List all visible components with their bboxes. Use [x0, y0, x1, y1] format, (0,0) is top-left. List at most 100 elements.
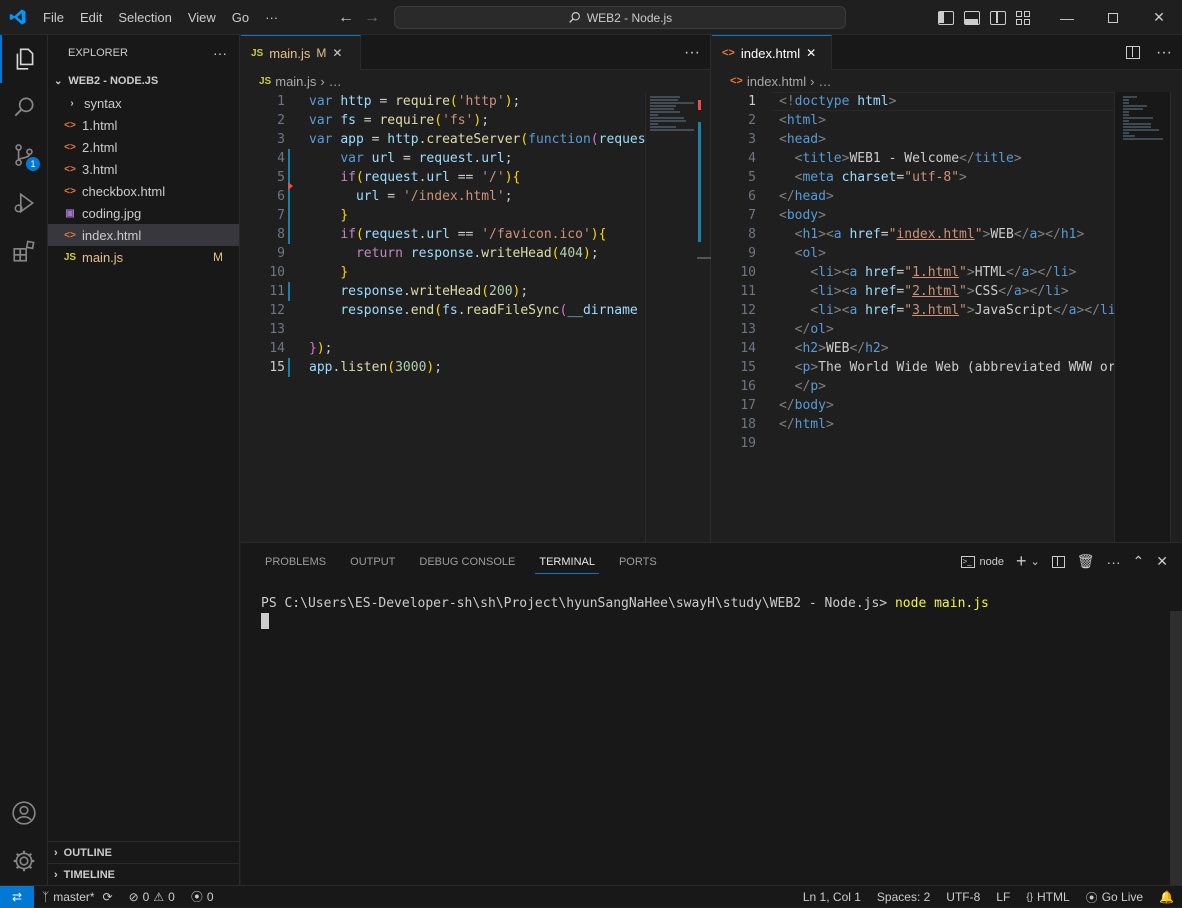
accounts-icon[interactable] [0, 789, 48, 837]
trash-icon[interactable]: 🗑 [1077, 553, 1095, 570]
branch-status[interactable]: ᛉ master* ⟳ [34, 890, 121, 904]
outline-section[interactable]: › OUTLINE [48, 841, 240, 863]
minimap[interactable] [645, 92, 697, 542]
chevron-down-icon[interactable]: ⌄ [1031, 555, 1040, 568]
end-of-line[interactable]: LF [988, 890, 1018, 904]
code-line[interactable]: 1 <!doctype html> [712, 92, 1114, 111]
more-icon[interactable]: ··· [1107, 554, 1121, 570]
cursor-position[interactable]: Ln 1, Col 1 [795, 890, 869, 904]
code-line[interactable]: 15 app.listen(3000); [241, 358, 645, 377]
close-tab-icon[interactable]: ✕ [806, 46, 816, 60]
problems-status[interactable]: ⊘ 0 ⚠ 0 [121, 890, 183, 904]
source-control-icon[interactable]: 1 [0, 131, 48, 179]
code-editor-main-js[interactable]: 1 var http = require('http'); 2 var fs = re… [241, 92, 645, 542]
indentation[interactable]: Spaces: 2 [869, 890, 938, 904]
timeline-section[interactable]: › TIMELINE [48, 863, 240, 885]
code-line[interactable]: 6 </head> [712, 187, 1114, 206]
code-line[interactable]: 16 </p> [712, 377, 1114, 396]
file-tree-item[interactable]: <> checkbox.html [48, 180, 239, 202]
code-line[interactable]: 14}); [241, 339, 645, 358]
code-line[interactable]: 9 return response.writeHead(404); [241, 244, 645, 263]
back-arrow-icon[interactable]: ← [338, 9, 354, 27]
code-line[interactable]: 7 <body> [712, 206, 1114, 225]
ports-status[interactable]: ⦿ 0 [183, 888, 222, 905]
code-line[interactable]: 10 } [241, 263, 645, 282]
encoding[interactable]: UTF-8 [938, 890, 988, 904]
file-tree-item[interactable]: <> 2.html [48, 136, 239, 158]
code-line[interactable]: 7 } [241, 206, 645, 225]
forward-arrow-icon[interactable]: → [364, 9, 380, 27]
go-live-button[interactable]: ⦿ Go Live [1078, 889, 1151, 906]
close-panel-icon[interactable]: ✕ [1156, 553, 1168, 570]
code-line[interactable]: 14 <h2>WEB</h2> [712, 339, 1114, 358]
breadcrumb-file[interactable]: main.js [275, 74, 316, 89]
file-tree-item[interactable]: ▣ coding.jpg [48, 202, 239, 224]
remote-icon[interactable]: ⇄ [0, 885, 34, 908]
code-line[interactable]: 8 if(request.url == '/favicon.ico'){ [241, 225, 645, 244]
toggle-secondary-sidebar-icon[interactable] [990, 10, 1006, 25]
settings-gear-icon[interactable] [0, 837, 48, 885]
tab-terminal[interactable]: TERMINAL [527, 543, 607, 580]
code-line[interactable]: 18 </html> [712, 415, 1114, 434]
tab-debug-console[interactable]: DEBUG CONSOLE [407, 543, 527, 580]
close-window-icon[interactable]: ✕ [1136, 0, 1182, 35]
code-line[interactable]: 5 if(request.url == '/'){ [241, 168, 645, 187]
toggle-panel-icon[interactable] [964, 10, 980, 25]
split-editor-icon[interactable] [1126, 46, 1141, 59]
menu-file[interactable]: File [35, 0, 72, 35]
minimap[interactable] [1114, 92, 1170, 542]
code-line[interactable]: 4 <title>WEB1 - Welcome</title> [712, 149, 1114, 168]
tab-problems[interactable]: PROBLEMS [253, 543, 338, 580]
tab-main-js[interactable]: JS main.js M ✕ [241, 35, 361, 70]
menu-edit[interactable]: Edit [72, 0, 110, 35]
split-terminal-icon[interactable] [1051, 555, 1065, 568]
command-center[interactable]: WEB2 - Node.js [394, 6, 846, 29]
run-debug-icon[interactable] [0, 179, 48, 227]
code-line[interactable]: 9 <ol> [712, 244, 1114, 263]
menu-view[interactable]: View [180, 0, 224, 35]
breadcrumb-more[interactable]: … [818, 74, 831, 89]
search-sidebar-icon[interactable] [0, 83, 48, 131]
new-terminal-icon[interactable]: + [1016, 551, 1027, 572]
file-tree-item[interactable]: JS main.js M [48, 246, 239, 268]
code-line[interactable]: 19 [712, 434, 1114, 453]
maximize-icon[interactable] [1090, 0, 1136, 35]
code-line[interactable]: 17 </body> [712, 396, 1114, 415]
file-tree-item[interactable]: <> index.html [48, 224, 239, 246]
workspace-root[interactable]: ⌄ WEB2 - NODE.JS [48, 70, 239, 92]
code-line[interactable]: 11 <li><a href="2.html">CSS</a></li> [712, 282, 1114, 301]
code-line[interactable]: 13 [241, 320, 645, 339]
code-editor-index-html[interactable]: 1 <!doctype html> 2 <html> 3 <head> 4 <title>W… [712, 92, 1114, 542]
code-line[interactable]: 3 <head> [712, 130, 1114, 149]
terminal-selector[interactable]: >_ node [960, 555, 1004, 568]
editor-more-icon[interactable]: ··· [684, 44, 700, 62]
sync-icon[interactable]: ⟳ [103, 890, 113, 904]
code-line[interactable]: 4 var url = request.url; [241, 149, 645, 168]
code-line[interactable]: 12 response.end(fs.readFileSync(__dirnam… [241, 301, 645, 320]
code-line[interactable]: 10 <li><a href="1.html">HTML</a></li> [712, 263, 1114, 282]
code-line[interactable]: 1 var http = require('http'); [241, 92, 645, 111]
menu-go[interactable]: Go [224, 0, 257, 35]
code-line[interactable]: 2 <html> [712, 111, 1114, 130]
close-tab-icon[interactable]: ✕ [332, 46, 342, 60]
breadcrumb-more[interactable]: … [329, 74, 342, 89]
file-tree-item[interactable]: <> 3.html [48, 158, 239, 180]
tab-index-html[interactable]: <> index.html ✕ [712, 35, 832, 70]
editor-more-icon[interactable]: ··· [1156, 44, 1172, 62]
code-line[interactable]: 12 <li><a href="3.html">JavaScript</a></… [712, 301, 1114, 320]
terminal-scrollbar[interactable] [1170, 611, 1182, 886]
code-line[interactable]: 6 url = '/index.html'; [241, 187, 645, 206]
explorer-more-icon[interactable]: ··· [213, 45, 227, 61]
terminal-output[interactable]: PS C:\Users\ES-Developer-sh\sh\Project\h… [261, 595, 989, 613]
language-mode[interactable]: {} HTML [1018, 890, 1077, 904]
code-line[interactable]: 5 <meta charset="utf-8"> [712, 168, 1114, 187]
code-line[interactable]: 2 var fs = require('fs'); [241, 111, 645, 130]
code-line[interactable]: 11 response.writeHead(200); [241, 282, 645, 301]
maximize-panel-icon[interactable]: ⌃ [1133, 553, 1145, 570]
breadcrumb-file[interactable]: index.html [747, 74, 806, 89]
menu-selection[interactable]: Selection [110, 0, 179, 35]
toggle-sidebar-icon[interactable] [938, 10, 954, 25]
code-line[interactable]: 15 <p>The World Wide Web (abbreviated WW… [712, 358, 1114, 377]
explorer-icon[interactable] [0, 35, 48, 83]
code-line[interactable]: 13 </ol> [712, 320, 1114, 339]
